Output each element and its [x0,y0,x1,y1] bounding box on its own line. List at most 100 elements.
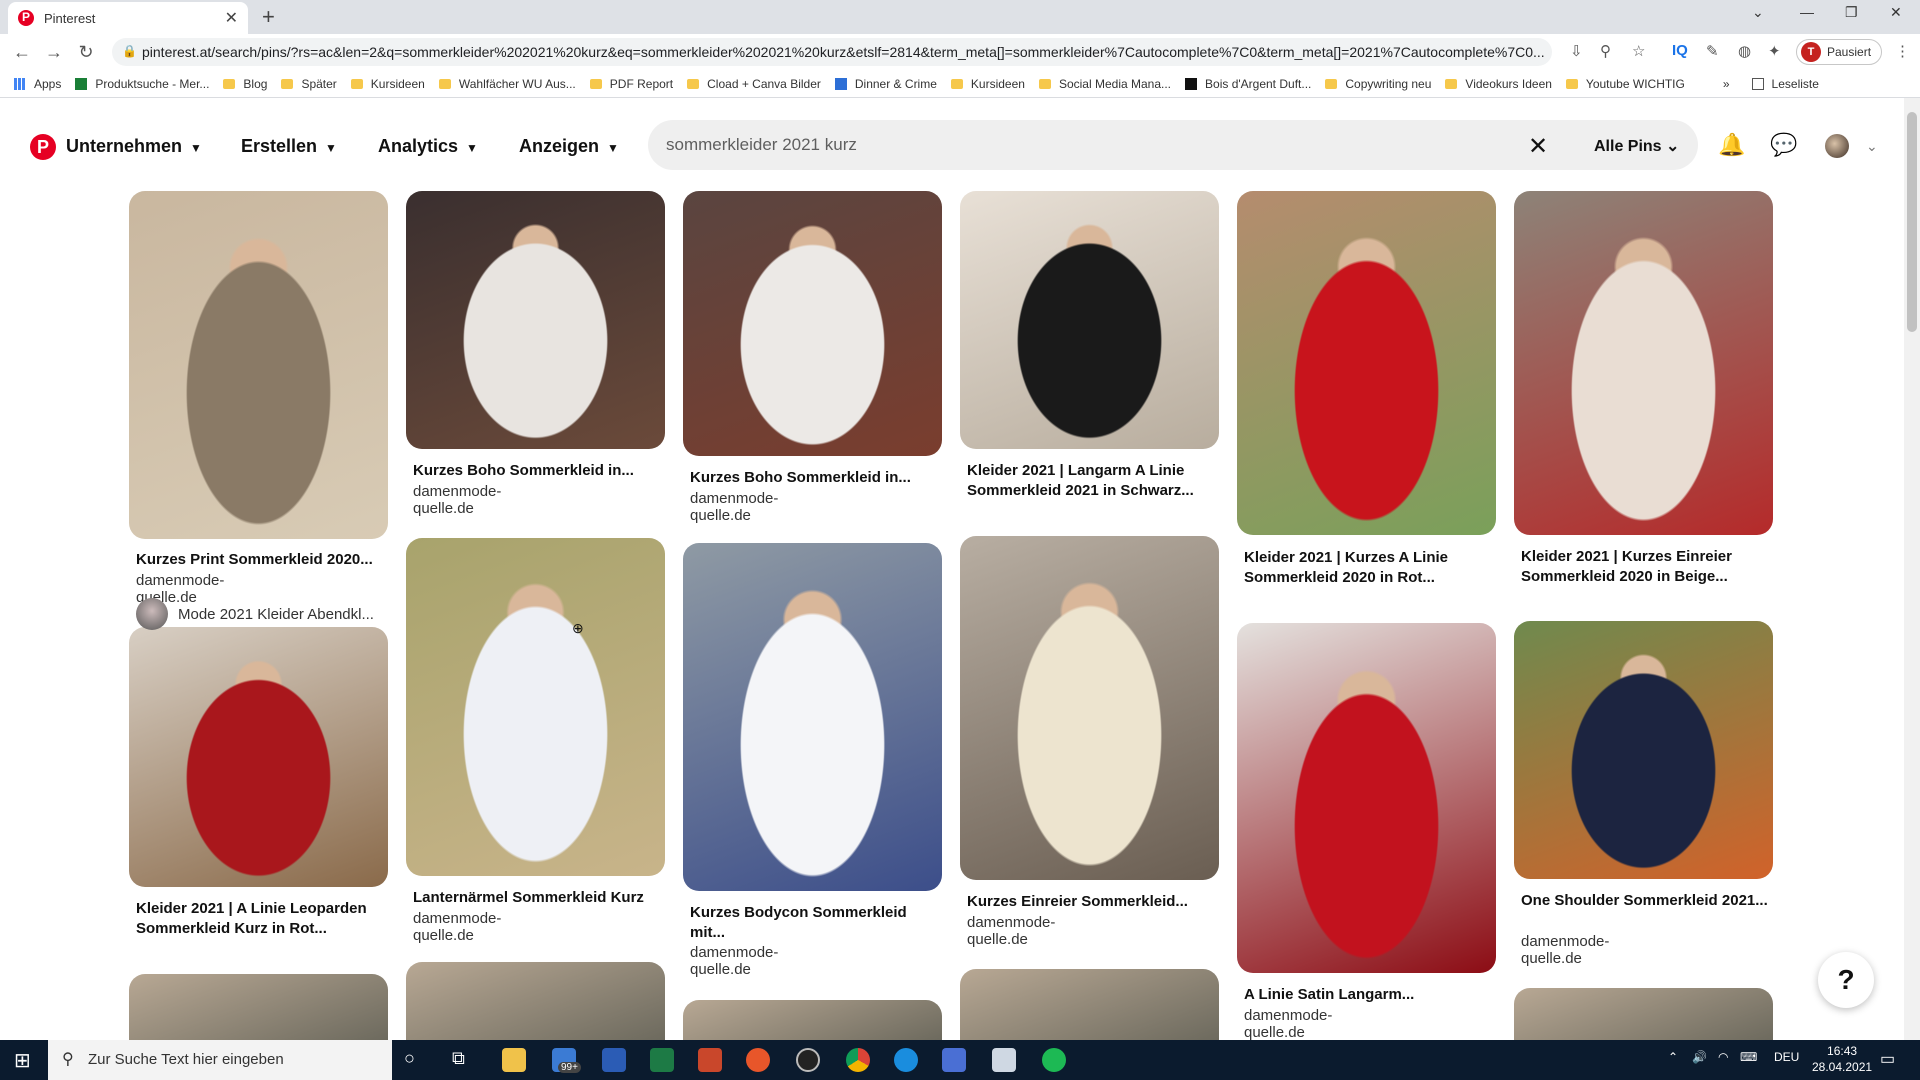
new-tab-button[interactable]: + [262,4,275,30]
pin-image[interactable] [683,543,942,891]
pin-title[interactable]: Kleider 2021 | Kurzes A Linie Sommerklei… [1244,548,1494,588]
back-icon[interactable]: ← [6,42,38,63]
app-icon[interactable] [746,1048,770,1072]
windows-start-icon[interactable]: ⊞ [14,1048,31,1073]
notifications-icon[interactable]: ▭ [1880,1049,1895,1069]
pin-title[interactable]: Kleider 2021 | Kurzes Einreier Sommerkle… [1521,547,1771,587]
pin-image-partial[interactable] [683,1000,942,1040]
pin-title[interactable]: One Shoulder Sommerkleid 2021... [1521,891,1771,911]
messages-icon[interactable]: 💬 [1770,132,1797,158]
powerpoint-icon[interactable] [698,1048,722,1072]
account-chevron-down-icon[interactable]: ⌄ [1866,138,1878,155]
pin-title[interactable]: Kleider 2021 | A Linie Leoparden Sommerk… [136,899,386,939]
bookmark-folder[interactable]: Wahlfächer WU Aus... [438,77,576,91]
taskbar-search-input[interactable]: ⚲ Zur Suche Text hier eingeben [48,1040,392,1080]
bookmark-folder[interactable]: Social Media Mana... [1038,77,1171,91]
reading-list-button[interactable]: Leseliste [1751,77,1819,91]
extension-icon[interactable]: ✎ [1706,42,1719,60]
extension-globe-icon[interactable]: ◍ [1738,42,1751,60]
bookmark-folder[interactable]: Youtube WICHTIG [1565,77,1685,91]
pin-image[interactable] [1514,621,1773,879]
clear-search-icon[interactable]: ✕ [1528,132,1548,161]
bookmarks-overflow-icon[interactable]: » [1723,77,1730,91]
browser-tab[interactable]: Pinterest ✕ [8,2,248,34]
pin-source[interactable]: damenmode-quelle.de [1244,1007,1332,1041]
page-scrollbar[interactable] [1904,98,1920,1040]
bookmark-folder[interactable]: Cload + Canva Bilder [687,77,821,91]
bookmark-apps[interactable]: Apps [14,77,61,91]
forward-icon[interactable]: → [38,42,70,63]
word-icon[interactable] [602,1048,626,1072]
pin-image[interactable] [960,191,1219,449]
bookmark-folder[interactable]: Videokurs Ideen [1445,77,1552,91]
extensions-puzzle-icon[interactable]: ✦ [1768,42,1781,60]
close-tab-icon[interactable]: ✕ [225,8,238,28]
pin-title[interactable]: Kleider 2021 | Langarm A Linie Sommerkle… [967,461,1217,501]
clock[interactable]: 16:43 28.04.2021 [1812,1043,1872,1075]
wifi-icon[interactable]: ◠ [1718,1050,1728,1064]
pin-image-partial[interactable] [129,974,388,1040]
help-button[interactable]: ? [1818,952,1874,1008]
pin-source[interactable]: damenmode-quelle.de [967,914,1055,948]
extension-iq-icon[interactable]: IQ [1672,42,1688,59]
pin-image[interactable] [1237,191,1496,535]
pin-source[interactable]: damenmode-quelle.de [690,944,778,978]
menu-erstellen[interactable]: Erstellen ▼ [241,136,337,157]
edge-icon[interactable] [894,1048,918,1072]
pin-image[interactable] [406,538,665,876]
pin-image[interactable] [129,191,388,539]
pinterest-logo-icon[interactable]: P [30,134,56,160]
pin-image[interactable] [406,191,665,449]
pin-image[interactable] [960,536,1219,880]
menu-anzeigen[interactable]: Anzeigen ▼ [519,136,619,157]
scrollbar-thumb[interactable] [1907,112,1917,332]
pin-image[interactable] [1514,191,1773,535]
board-chip[interactable]: Mode 2021 Kleider Abendkl... [136,598,374,630]
pin-image[interactable] [129,627,388,887]
avatar[interactable] [1825,134,1849,158]
bookmark-folder[interactable]: Copywriting neu [1325,77,1431,91]
pin-title[interactable]: Kurzes Boho Sommerkleid in... [690,468,940,488]
install-icon[interactable]: ⇩ [1570,42,1583,60]
notifications-bell-icon[interactable]: 🔔 [1718,132,1745,158]
bookmark-item[interactable]: Produktsuche - Mer... [75,77,209,91]
bookmark-folder[interactable]: Kursideen [950,77,1025,91]
bookmark-item[interactable]: Dinner & Crime [834,77,937,91]
address-bar[interactable]: 🔒 pinterest.at/search/pins/?rs=ac&len=2&… [112,38,1552,66]
search-input[interactable]: sommerkleider 2021 kurz ✕ Alle Pins ⌄ [648,120,1698,170]
bookmark-item[interactable]: Bois d'Argent Duft... [1185,77,1311,91]
tray-chevron-up-icon[interactable]: ⌃ [1668,1050,1678,1064]
excel-icon[interactable] [650,1048,674,1072]
pin-source[interactable]: damenmode-quelle.de [1521,933,1609,967]
obs-icon[interactable] [796,1048,820,1072]
menu-unternehmen[interactable]: Unternehmen ▼ [66,136,202,157]
spotify-icon[interactable] [1042,1048,1066,1072]
pin-source[interactable]: damenmode-quelle.de [413,483,501,517]
lock-icon[interactable]: 🔒 [122,44,137,58]
profile-button[interactable]: T Pausiert [1796,39,1882,65]
minimize-icon[interactable]: — [1800,4,1814,20]
pin-title[interactable]: Kurzes Bodycon Sommerkleid mit... [690,903,940,943]
pin-title[interactable]: Kurzes Print Sommerkleid 2020... [136,550,386,570]
pin-image-partial[interactable] [960,969,1219,1040]
chrome-icon[interactable] [846,1048,870,1072]
pin-image-partial[interactable] [406,962,665,1040]
bookmark-folder[interactable]: Kursideen [350,77,425,91]
browser-menu-icon[interactable]: ⋮ [1895,42,1910,60]
bookmark-folder[interactable]: PDF Report [589,77,673,91]
pin-source[interactable]: damenmode-quelle.de [413,910,501,944]
file-explorer-icon[interactable] [502,1048,526,1072]
pin-title[interactable]: A Linie Satin Langarm... [1244,985,1494,1005]
bookmark-folder[interactable]: Später [281,77,337,91]
pin-source[interactable]: damenmode-quelle.de [690,490,778,524]
pin-title[interactable]: Kurzes Einreier Sommerkleid... [967,892,1217,912]
language-indicator[interactable]: DEU [1774,1050,1799,1064]
app-icon[interactable] [942,1048,966,1072]
tab-search-icon[interactable]: ⌄ [1752,4,1764,21]
restore-icon[interactable]: ❐ [1845,4,1858,21]
pin-image-partial[interactable] [1514,988,1773,1040]
cortana-icon[interactable]: ○ [404,1048,415,1069]
keyboard-icon[interactable]: ⌨ [1740,1050,1757,1064]
menu-analytics[interactable]: Analytics ▼ [378,136,478,157]
volume-icon[interactable]: 🔊 [1692,1050,1707,1064]
